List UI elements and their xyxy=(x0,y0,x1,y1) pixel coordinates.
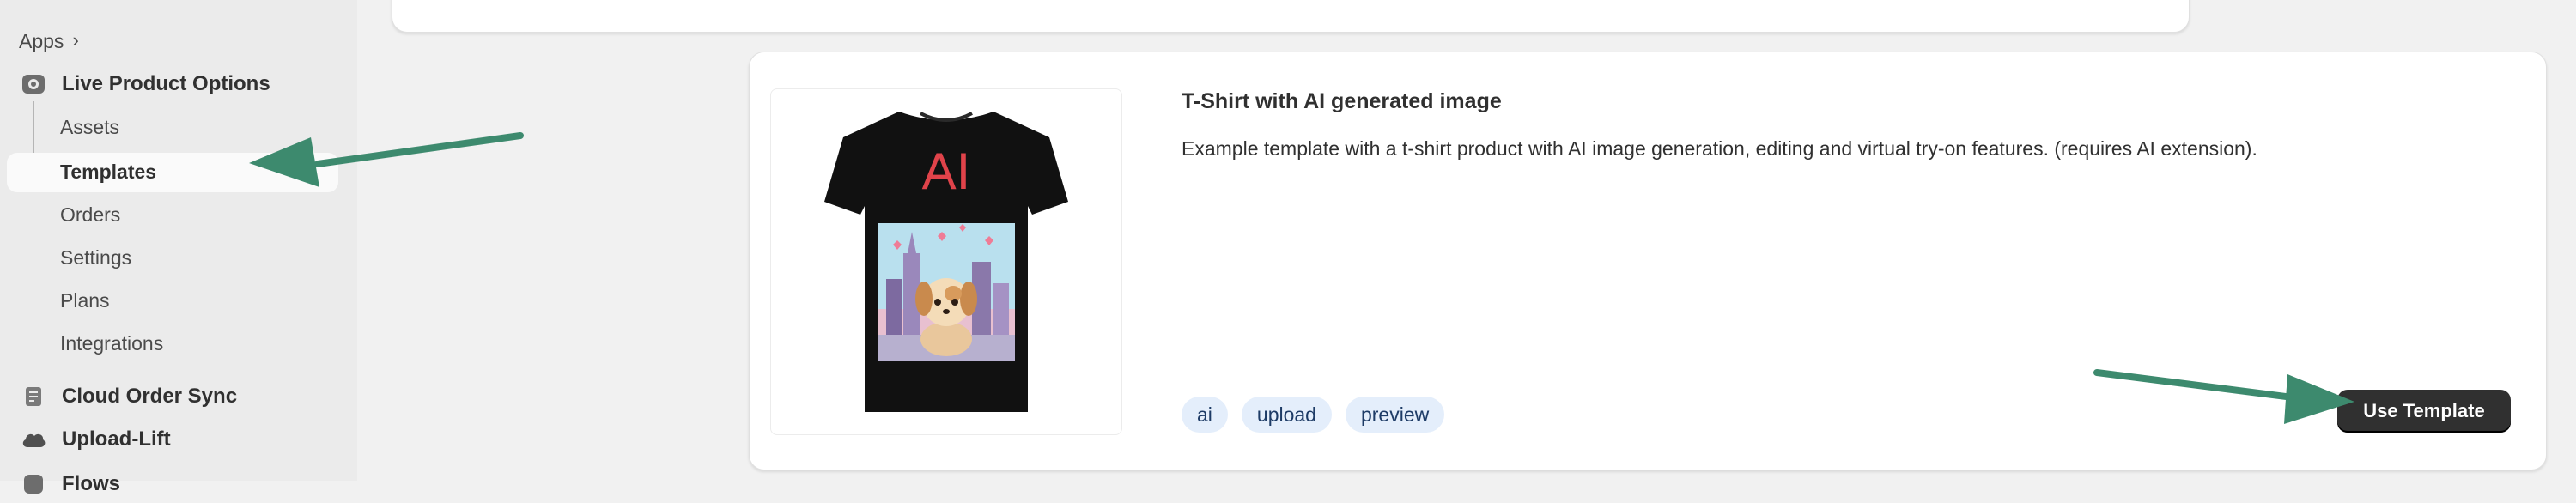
upload-lift-icon xyxy=(19,425,48,454)
template-title: T-Shirt with AI generated image xyxy=(1182,89,1502,113)
sidebar-app-cloud-order-sync[interactable]: Cloud Order Sync xyxy=(19,378,237,415)
sidebar-item-settings[interactable]: Settings xyxy=(60,239,131,276)
tshirt-image: AI xyxy=(824,112,1068,412)
tag-ai: ai xyxy=(1182,397,1228,433)
sidebar-item-label: Templates xyxy=(60,160,157,183)
template-tags: ai upload preview xyxy=(1182,397,1445,433)
sidebar-item-label: Orders xyxy=(60,203,121,226)
sidebar-item-orders[interactable]: Orders xyxy=(60,196,120,233)
template-thumbnail: AI xyxy=(770,88,1122,435)
sidebar-item-selected-highlight xyxy=(7,153,338,192)
sidebar: Apps › Live Product Options Assets Templ… xyxy=(0,0,357,495)
sidebar-app-flows[interactable]: Flows xyxy=(19,465,120,503)
sidebar-app-label: Cloud Order Sync xyxy=(62,385,238,408)
tag-upload: upload xyxy=(1241,397,1332,433)
sidebar-app-label: Live Product Options xyxy=(62,72,270,95)
flows-icon xyxy=(19,470,48,499)
sidebar-item-integrations[interactable]: Integrations xyxy=(60,324,163,362)
template-description: Example template with a t-shirt product … xyxy=(1182,137,2257,160)
template-card: AI xyxy=(749,52,2547,470)
previous-template-card xyxy=(392,0,2190,33)
sidebar-item-plans[interactable]: Plans xyxy=(60,282,110,319)
tshirt-ai-text: AI xyxy=(922,142,971,200)
sidebar-app-label: Upload-Lift xyxy=(62,427,171,451)
sidebar-item-label: Settings xyxy=(60,245,132,269)
chevron-right-icon: › xyxy=(72,29,79,51)
breadcrumb-apps[interactable]: Apps xyxy=(19,30,64,53)
use-template-button[interactable]: Use Template xyxy=(2337,390,2511,433)
cloud-order-sync-icon xyxy=(19,382,48,411)
sidebar-item-templates[interactable]: Templates xyxy=(60,153,156,191)
sidebar-app-label: Flows xyxy=(62,472,121,495)
tag-preview: preview xyxy=(1345,397,1445,433)
sidebar-app-live-product-options[interactable]: Live Product Options xyxy=(19,65,270,103)
breadcrumb[interactable]: Apps › xyxy=(19,26,79,57)
sidebar-item-label: Integrations xyxy=(60,331,164,355)
sidebar-app-upload-lift[interactable]: Upload-Lift xyxy=(19,421,171,458)
live-product-options-icon xyxy=(19,70,48,99)
sidebar-item-label: Plans xyxy=(60,288,110,312)
sidebar-item-assets[interactable]: Assets xyxy=(60,108,119,146)
sidebar-item-label: Assets xyxy=(60,115,120,138)
